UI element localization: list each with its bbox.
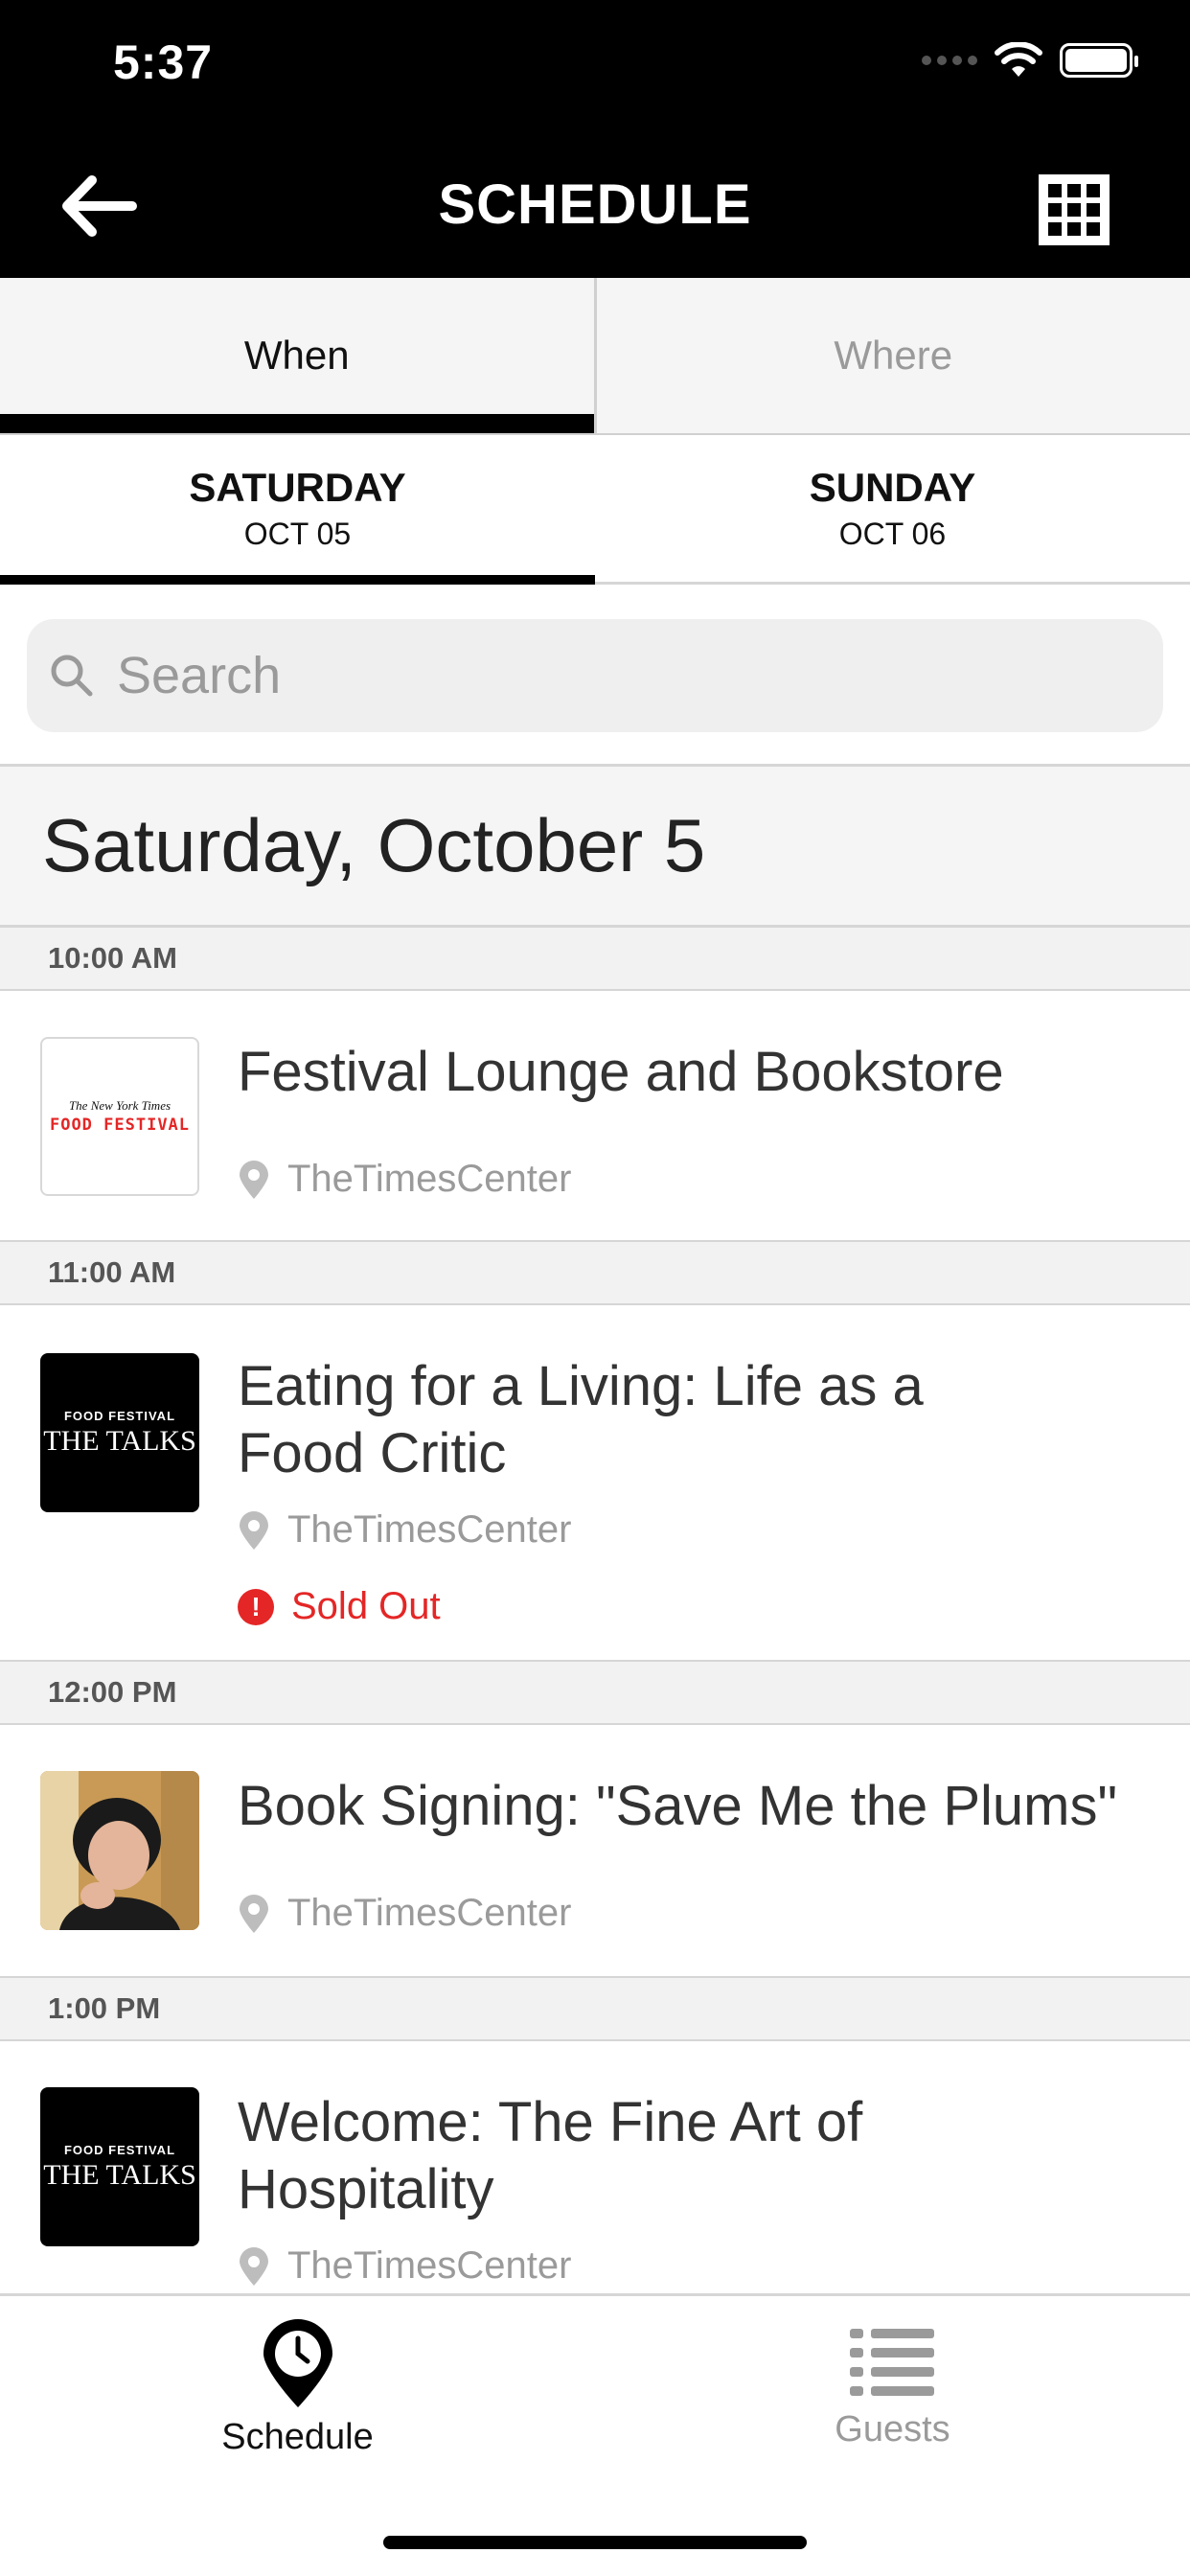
event-thumbnail: FOOD FESTIVAL THE TALKS <box>40 1353 199 1512</box>
day-name: SATURDAY <box>189 465 406 510</box>
day-tabs: SATURDAY OCT 05 SUNDAY OCT 06 <box>0 435 1190 585</box>
event-location: TheTimesCenter <box>238 1158 571 1201</box>
signal-icon <box>922 56 977 65</box>
time-heading: 10:00 AM <box>0 928 1190 991</box>
location-pin-icon <box>240 1510 268 1550</box>
event-thumbnail: FOOD FESTIVAL THE TALKS <box>40 2087 199 2246</box>
tab-schedule[interactable]: Schedule <box>0 2296 595 2576</box>
list-icon <box>849 2329 934 2396</box>
day-date: OCT 06 <box>838 517 947 551</box>
location-label: TheTimesCenter <box>287 1508 572 1551</box>
alert-icon: ! <box>238 1588 274 1625</box>
app-header: 5:37 SCHEDULE <box>0 0 1190 278</box>
day-date: OCT 05 <box>243 517 352 551</box>
search-placeholder: Search <box>117 647 282 704</box>
list-item[interactable]: FOOD FESTIVAL THE TALKS Welcome: The Fin… <box>0 2041 1190 2293</box>
time-heading: 1:00 PM <box>0 1978 1190 2041</box>
tab-label: Schedule <box>221 2417 374 2457</box>
date-heading: Saturday, October 5 <box>0 767 1190 928</box>
when-where-segment: When Where <box>0 278 1190 435</box>
tab-sunday[interactable]: SUNDAY OCT 06 <box>595 435 1190 582</box>
time-heading: 12:00 PM <box>0 1662 1190 1725</box>
location-pin-icon <box>240 2246 268 2286</box>
search-input[interactable]: Search <box>27 619 1163 732</box>
battery-icon <box>1060 43 1138 78</box>
wifi-icon <box>995 42 1042 77</box>
masthead-text: The New York Times <box>68 1098 172 1113</box>
location-pin-icon <box>240 1160 268 1199</box>
tab-where[interactable]: Where <box>593 278 1190 433</box>
sold-out-badge: ! Sold Out <box>238 1585 441 1628</box>
clock-pin-icon <box>263 2319 332 2407</box>
home-indicator <box>383 2536 807 2549</box>
bottom-tab-bar: Schedule Guests <box>0 2293 1190 2576</box>
talks-top-text: FOOD FESTIVAL <box>63 1408 176 1423</box>
location-label: TheTimesCenter <box>287 2244 572 2287</box>
tab-label: Guests <box>835 2409 950 2450</box>
location-label: TheTimesCenter <box>287 1892 572 1934</box>
tab-saturday[interactable]: SATURDAY OCT 05 <box>0 435 595 585</box>
time-heading: 11:00 AM <box>0 1242 1190 1305</box>
event-title: Eating for a Living: Life as a Food Crit… <box>238 1355 924 1484</box>
location-label: TheTimesCenter <box>287 1158 572 1200</box>
status-time: 5:37 <box>113 35 214 89</box>
page-title: SCHEDULE <box>438 173 752 236</box>
grid-icon[interactable] <box>1037 172 1111 247</box>
event-location: TheTimesCenter <box>238 1892 571 1935</box>
list-item[interactable]: Book Signing: "Save Me the Plums" TheTim… <box>0 1725 1190 1978</box>
event-title: Book Signing: "Save Me the Plums" <box>238 1775 1118 1837</box>
talks-main-text: THE TALKS <box>43 2158 196 2191</box>
talks-main-text: THE TALKS <box>43 1424 196 1457</box>
sold-out-label: Sold Out <box>291 1585 441 1627</box>
search-section: Search <box>0 585 1190 767</box>
tab-guests[interactable]: Guests <box>595 2296 1190 2576</box>
list-item[interactable]: The New York Times FOOD FESTIVAL Festiva… <box>0 991 1190 1242</box>
list-item[interactable]: FOOD FESTIVAL THE TALKS Eating for a Liv… <box>0 1305 1190 1662</box>
event-title: Festival Lounge and Bookstore <box>238 1041 1004 1103</box>
event-thumbnail <box>40 1771 199 1930</box>
event-location: TheTimesCenter <box>238 2244 571 2288</box>
day-name: SUNDAY <box>809 465 976 510</box>
talks-top-text: FOOD FESTIVAL <box>63 2142 176 2157</box>
search-icon <box>51 655 93 697</box>
festival-text: FOOD FESTIVAL <box>49 1116 191 1135</box>
event-thumbnail: The New York Times FOOD FESTIVAL <box>40 1037 199 1196</box>
schedule-list: Saturday, October 5 10:00 AM The New Yor… <box>0 767 1190 2293</box>
location-pin-icon <box>240 1894 268 1933</box>
tab-when[interactable]: When <box>0 278 594 433</box>
status-icons <box>922 42 1138 79</box>
event-title: Welcome: The Fine Art of Hospitality <box>238 2091 863 2220</box>
portrait-photo <box>40 1771 199 1930</box>
event-location: TheTimesCenter <box>238 1508 571 1552</box>
